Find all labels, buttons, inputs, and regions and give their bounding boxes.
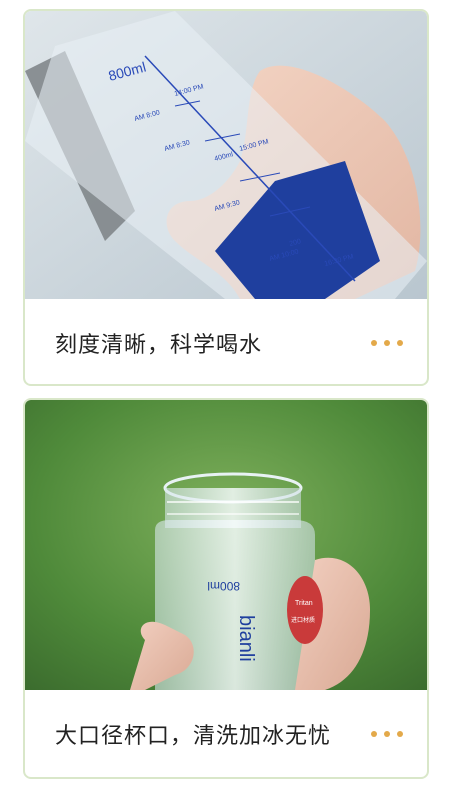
caption-row: 刻度清晰，科学喝水 [25, 300, 427, 384]
dot-icon [371, 340, 377, 346]
product-detail-page: 800ml AM 8:00 14:00 PM AM 8:30 400ml 15:… [0, 0, 454, 800]
feature-caption: 刻度清晰，科学喝水 [55, 333, 263, 358]
badge-bottom-label: 进口材质 [291, 616, 315, 624]
dot-icon [384, 340, 390, 346]
dot-icon [384, 731, 390, 737]
dot-icon [397, 731, 403, 737]
dot-icon [397, 340, 403, 346]
feature-card-scale: 800ml AM 8:00 14:00 PM AM 8:30 400ml 15:… [23, 9, 429, 386]
caption-row: 大口径杯口，清洗加冰无忧 [25, 691, 427, 777]
bottle-scale-photo: 800ml AM 8:00 14:00 PM AM 8:30 400ml 15:… [25, 11, 427, 299]
more-dots-icon [371, 340, 403, 346]
dot-icon [371, 731, 377, 737]
bottle-capacity-label: 800ml [207, 579, 240, 593]
bottle-brand-label: bianli [235, 615, 257, 662]
feature-caption: 大口径杯口，清洗加冰无忧 [55, 724, 332, 749]
bottle-mouth-photo: Tritan 进口材质 800ml bianli [25, 400, 427, 690]
badge-top-label: Tritan [295, 600, 313, 607]
feature-card-wide-mouth: Tritan 进口材质 800ml bianli 大口径杯口，清洗加冰无忧 [23, 398, 429, 779]
more-dots-icon [371, 731, 403, 737]
